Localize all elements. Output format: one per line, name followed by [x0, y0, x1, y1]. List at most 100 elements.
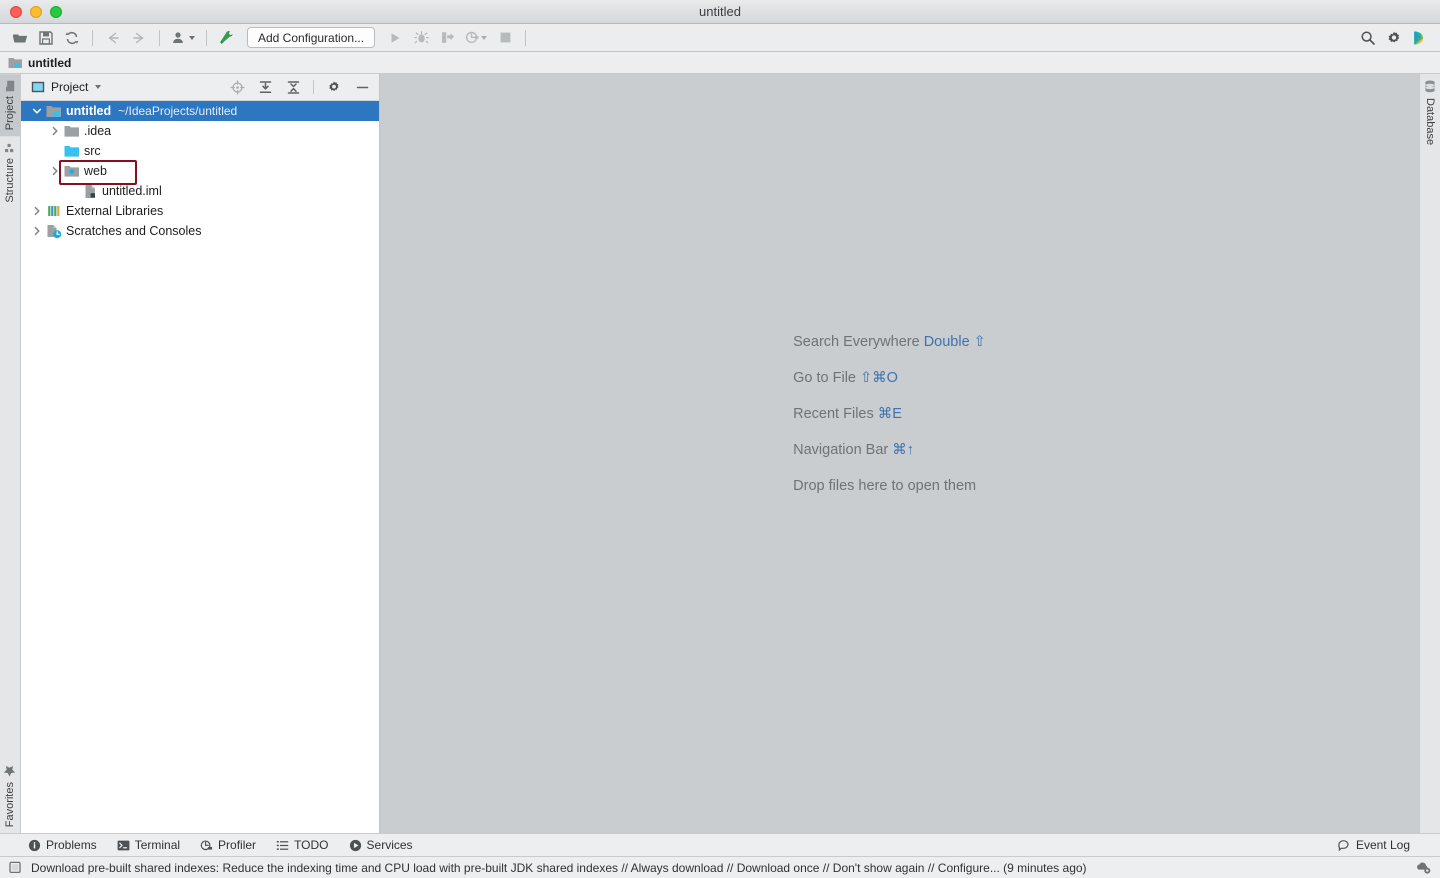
bottom-tab-label: Services: [366, 838, 413, 852]
sidebar-tab-project[interactable]: Project: [0, 74, 20, 137]
save-all-button[interactable]: [34, 27, 58, 49]
tree-row-src[interactable]: src: [21, 141, 379, 161]
ide-services-button[interactable]: [1408, 27, 1432, 49]
tip-label: Drop files here to open them: [793, 478, 977, 494]
profiler-icon: [200, 839, 213, 852]
project-panel-title: Project: [51, 80, 89, 94]
tree-row-idea[interactable]: .idea: [21, 121, 379, 141]
toolbar-divider: [92, 29, 93, 46]
bottom-tab-todo[interactable]: TODO: [276, 838, 329, 852]
tree-row-path: ~/IdeaProjects/untitled: [118, 104, 238, 118]
todo-icon: [276, 839, 289, 852]
bottom-tab-label: Problems: [46, 838, 97, 852]
chevron-right-icon[interactable]: [31, 225, 43, 237]
synchronize-button[interactable]: [60, 27, 84, 49]
right-tool-stripe: Database: [1419, 74, 1440, 833]
chevron-right-icon[interactable]: [31, 205, 43, 217]
sidebar-tab-structure[interactable]: Structure: [0, 136, 20, 209]
libraries-icon: [46, 203, 62, 219]
editor-empty-area[interactable]: Search Everywhere Double ⇧ Go to File ⇧⌘…: [380, 74, 1419, 833]
database-icon: [1424, 80, 1436, 93]
ide-body: Project Structure Favorites Project unti…: [0, 74, 1440, 833]
project-tree[interactable]: untitled ~/IdeaProjects/untitled .idea src w…: [21, 101, 379, 833]
navigation-bar[interactable]: untitled: [0, 52, 1440, 74]
tip-label: Go to File: [793, 370, 856, 386]
tip-row: Recent Files ⌘E: [793, 396, 986, 432]
favorites-tab-label: Favorites: [4, 781, 16, 827]
chevron-down-icon[interactable]: [95, 85, 102, 89]
tree-row-label: src: [84, 144, 101, 158]
search-everywhere-button[interactable]: [1356, 27, 1380, 49]
panel-header-divider: [313, 80, 314, 94]
tip-label: Search Everywhere: [793, 334, 920, 350]
bottom-tab-services[interactable]: Services: [349, 838, 413, 852]
sidebar-tab-favorites[interactable]: Favorites: [0, 758, 20, 833]
tree-row-web[interactable]: web: [21, 161, 379, 181]
bottom-tool-window-bar: Problems Terminal Profiler TODO Services…: [0, 833, 1440, 856]
debug-button[interactable]: [409, 27, 433, 49]
database-tab-label: Database: [1424, 98, 1436, 146]
tree-row-label: External Libraries: [66, 204, 164, 218]
select-opened-file-button[interactable]: [226, 77, 248, 97]
tree-row-external-libraries[interactable]: External Libraries: [21, 201, 379, 221]
tip-label: Recent Files: [793, 406, 874, 422]
tree-row-untitled-iml[interactable]: untitled.iml: [21, 181, 379, 201]
tip-shortcut: ⇧⌘O: [860, 370, 898, 386]
chevron-down-icon: [189, 35, 195, 40]
window-title: untitled: [699, 3, 741, 19]
chevron-down-icon[interactable]: [31, 105, 43, 117]
project-view-icon: [31, 80, 45, 94]
cloud-settings-icon[interactable]: [1415, 860, 1432, 875]
tree-row-label: untitled: [66, 104, 112, 118]
navigate-forward-button[interactable]: [127, 27, 151, 49]
settings-button[interactable]: [1382, 27, 1406, 49]
collapse-all-button[interactable]: [282, 77, 304, 97]
chevron-right-icon[interactable]: [49, 165, 61, 177]
module-folder-icon: [46, 103, 62, 119]
module-folder-icon: [8, 56, 23, 70]
event-log-button[interactable]: Event Log: [1338, 838, 1440, 852]
left-stripe-top-group: Project Structure: [0, 74, 20, 209]
chevron-right-icon[interactable]: [49, 125, 61, 137]
ide-window: untitled Add Configuration... untitled P…: [0, 0, 1440, 878]
run-with-coverage-button[interactable]: [435, 27, 459, 49]
run-configuration-label: Add Configuration...: [258, 30, 365, 45]
bottom-tab-profiler[interactable]: Profiler: [200, 838, 256, 852]
bottom-tab-label: Profiler: [218, 838, 257, 852]
status-message[interactable]: Download pre-built shared indexes: Reduc…: [31, 861, 1087, 875]
problems-icon: [28, 839, 41, 852]
run-configuration-selector[interactable]: Add Configuration...: [247, 27, 376, 48]
tree-row-label: untitled.iml: [102, 184, 162, 198]
iml-file-icon: [82, 183, 98, 199]
sidebar-tab-database[interactable]: Database: [1420, 74, 1440, 151]
project-panel-header: Project: [21, 74, 379, 101]
hide-panel-button[interactable]: [351, 77, 373, 97]
event-log-icon: [1338, 839, 1351, 852]
vcs-operations-button[interactable]: [168, 27, 198, 49]
open-button[interactable]: [8, 27, 32, 49]
build-project-button[interactable]: [215, 27, 239, 49]
stop-button[interactable]: [493, 27, 517, 49]
left-stripe-bottom-group: Favorites: [0, 758, 20, 833]
tree-row-untitled[interactable]: untitled ~/IdeaProjects/untitled: [21, 101, 379, 121]
web-folder-icon: [64, 163, 80, 179]
source-folder-icon: [64, 143, 80, 159]
tip-shortcut: Double ⇧: [923, 334, 986, 350]
folder-gray-icon: [64, 123, 80, 139]
tree-arrow-spacer: [49, 145, 61, 157]
navigate-back-button[interactable]: [101, 27, 125, 49]
project-tool-window: Project untitled ~/IdeaProjects/untitled…: [21, 74, 380, 833]
tree-arrow-spacer: [67, 185, 79, 197]
tip-row: Search Everywhere Double ⇧: [793, 324, 986, 360]
main-toolbar: Add Configuration...: [0, 24, 1440, 52]
bottom-tab-problems[interactable]: Problems: [28, 838, 97, 852]
bottom-tab-terminal[interactable]: Terminal: [117, 838, 180, 852]
tip-shortcut: ⌘E: [877, 406, 902, 422]
run-button[interactable]: [383, 27, 407, 49]
profile-button[interactable]: [461, 27, 491, 49]
expand-all-button[interactable]: [254, 77, 276, 97]
notification-icon[interactable]: [8, 860, 23, 875]
tree-row-scratches-and-consoles[interactable]: Scratches and Consoles: [21, 221, 379, 241]
tip-row: Navigation Bar ⌘↑: [793, 432, 986, 468]
panel-settings-button[interactable]: [323, 77, 345, 97]
